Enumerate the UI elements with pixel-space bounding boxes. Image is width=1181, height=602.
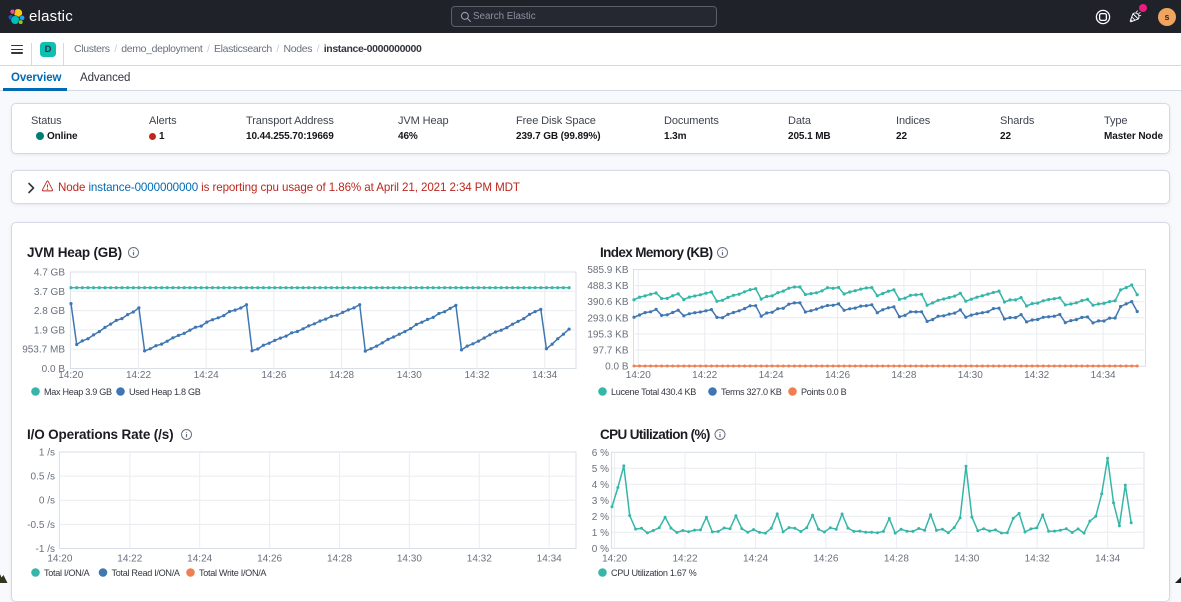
svg-text:1 /s: 1 /s (39, 448, 55, 459)
svg-text:195.3 KB: 195.3 KB (587, 330, 628, 341)
svg-text:0.5 /s: 0.5 /s (31, 472, 55, 483)
svg-text:14:20: 14:20 (47, 554, 72, 565)
svg-text:I/O Operations Rate (/s): I/O Operations Rate (/s) (27, 427, 173, 442)
svg-text:953.7 MB: 953.7 MB (22, 345, 65, 356)
svg-text:14:32: 14:32 (467, 554, 492, 565)
svg-text:14:26: 14:26 (813, 554, 838, 565)
svg-text:0 /s: 0 /s (39, 496, 55, 507)
svg-text:3.7 GB: 3.7 GB (34, 287, 65, 298)
svg-text:Total Read I/ON/A: Total Read I/ON/A (112, 568, 181, 578)
svg-text:14:22: 14:22 (672, 554, 697, 565)
svg-text:CPU Utilization 1.67 %: CPU Utilization 1.67 % (611, 568, 697, 578)
svg-text:6 %: 6 % (592, 448, 609, 459)
svg-text:585.9 KB: 585.9 KB (587, 265, 628, 276)
svg-text:Max Heap 3.9 GB: Max Heap 3.9 GB (44, 387, 112, 397)
svg-text:14:20: 14:20 (626, 370, 651, 381)
svg-text:14:34: 14:34 (532, 370, 557, 381)
svg-text:14:30: 14:30 (397, 554, 422, 565)
svg-text:14:24: 14:24 (743, 554, 768, 565)
svg-text:2.8 GB: 2.8 GB (34, 306, 65, 317)
svg-text:14:22: 14:22 (126, 370, 151, 381)
svg-text:488.3 KB: 488.3 KB (587, 281, 628, 292)
svg-text:97.7 KB: 97.7 KB (593, 346, 629, 357)
svg-text:14:24: 14:24 (194, 370, 219, 381)
svg-text:5 %: 5 % (592, 464, 609, 475)
svg-text:14:30: 14:30 (958, 370, 983, 381)
svg-text:14:26: 14:26 (825, 370, 850, 381)
svg-text:3 %: 3 % (592, 496, 609, 507)
svg-text:14:24: 14:24 (187, 554, 212, 565)
svg-text:JVM Heap (GB): JVM Heap (GB) (27, 245, 122, 260)
svg-text:Lucene Total 430.4 KB: Lucene Total 430.4 KB (611, 387, 696, 397)
svg-text:14:22: 14:22 (692, 370, 717, 381)
svg-text:14:24: 14:24 (759, 370, 784, 381)
svg-text:14:32: 14:32 (1024, 370, 1049, 381)
svg-text:4.7 GB: 4.7 GB (34, 268, 65, 279)
svg-text:4 %: 4 % (592, 480, 609, 491)
svg-text:390.6 KB: 390.6 KB (587, 297, 628, 308)
svg-text:Total I/ON/A: Total I/ON/A (44, 568, 91, 578)
svg-text:2 %: 2 % (592, 512, 609, 523)
svg-text:Total Write I/ON/A: Total Write I/ON/A (199, 568, 267, 578)
svg-text:14:22: 14:22 (117, 554, 142, 565)
svg-text:14:28: 14:28 (329, 370, 354, 381)
svg-text:293.0 KB: 293.0 KB (587, 313, 628, 324)
svg-text:14:32: 14:32 (464, 370, 489, 381)
svg-text:14:30: 14:30 (397, 370, 422, 381)
svg-text:1 %: 1 % (592, 528, 609, 539)
svg-text:14:28: 14:28 (884, 554, 909, 565)
svg-text:Index Memory (KB): Index Memory (KB) (600, 245, 713, 260)
svg-text:14:20: 14:20 (58, 370, 83, 381)
svg-text:14:30: 14:30 (954, 554, 979, 565)
svg-text:Terms 327.0 KB: Terms 327.0 KB (721, 387, 782, 397)
svg-text:14:26: 14:26 (257, 554, 282, 565)
svg-text:1.9 GB: 1.9 GB (34, 325, 65, 336)
svg-text:14:34: 14:34 (537, 554, 562, 565)
svg-text:14:28: 14:28 (891, 370, 916, 381)
svg-text:14:32: 14:32 (1025, 554, 1050, 565)
svg-text:14:34: 14:34 (1095, 554, 1120, 565)
svg-text:CPU Utilization (%): CPU Utilization (%) (600, 427, 710, 442)
svg-text:14:20: 14:20 (602, 554, 627, 565)
svg-text:14:34: 14:34 (1091, 370, 1116, 381)
svg-text:Used Heap 1.8 GB: Used Heap 1.8 GB (129, 387, 201, 397)
svg-text:14:26: 14:26 (261, 370, 286, 381)
svg-text:-0.5 /s: -0.5 /s (27, 520, 55, 531)
svg-text:14:28: 14:28 (327, 554, 352, 565)
svg-text:Points 0.0 B: Points 0.0 B (801, 387, 847, 397)
